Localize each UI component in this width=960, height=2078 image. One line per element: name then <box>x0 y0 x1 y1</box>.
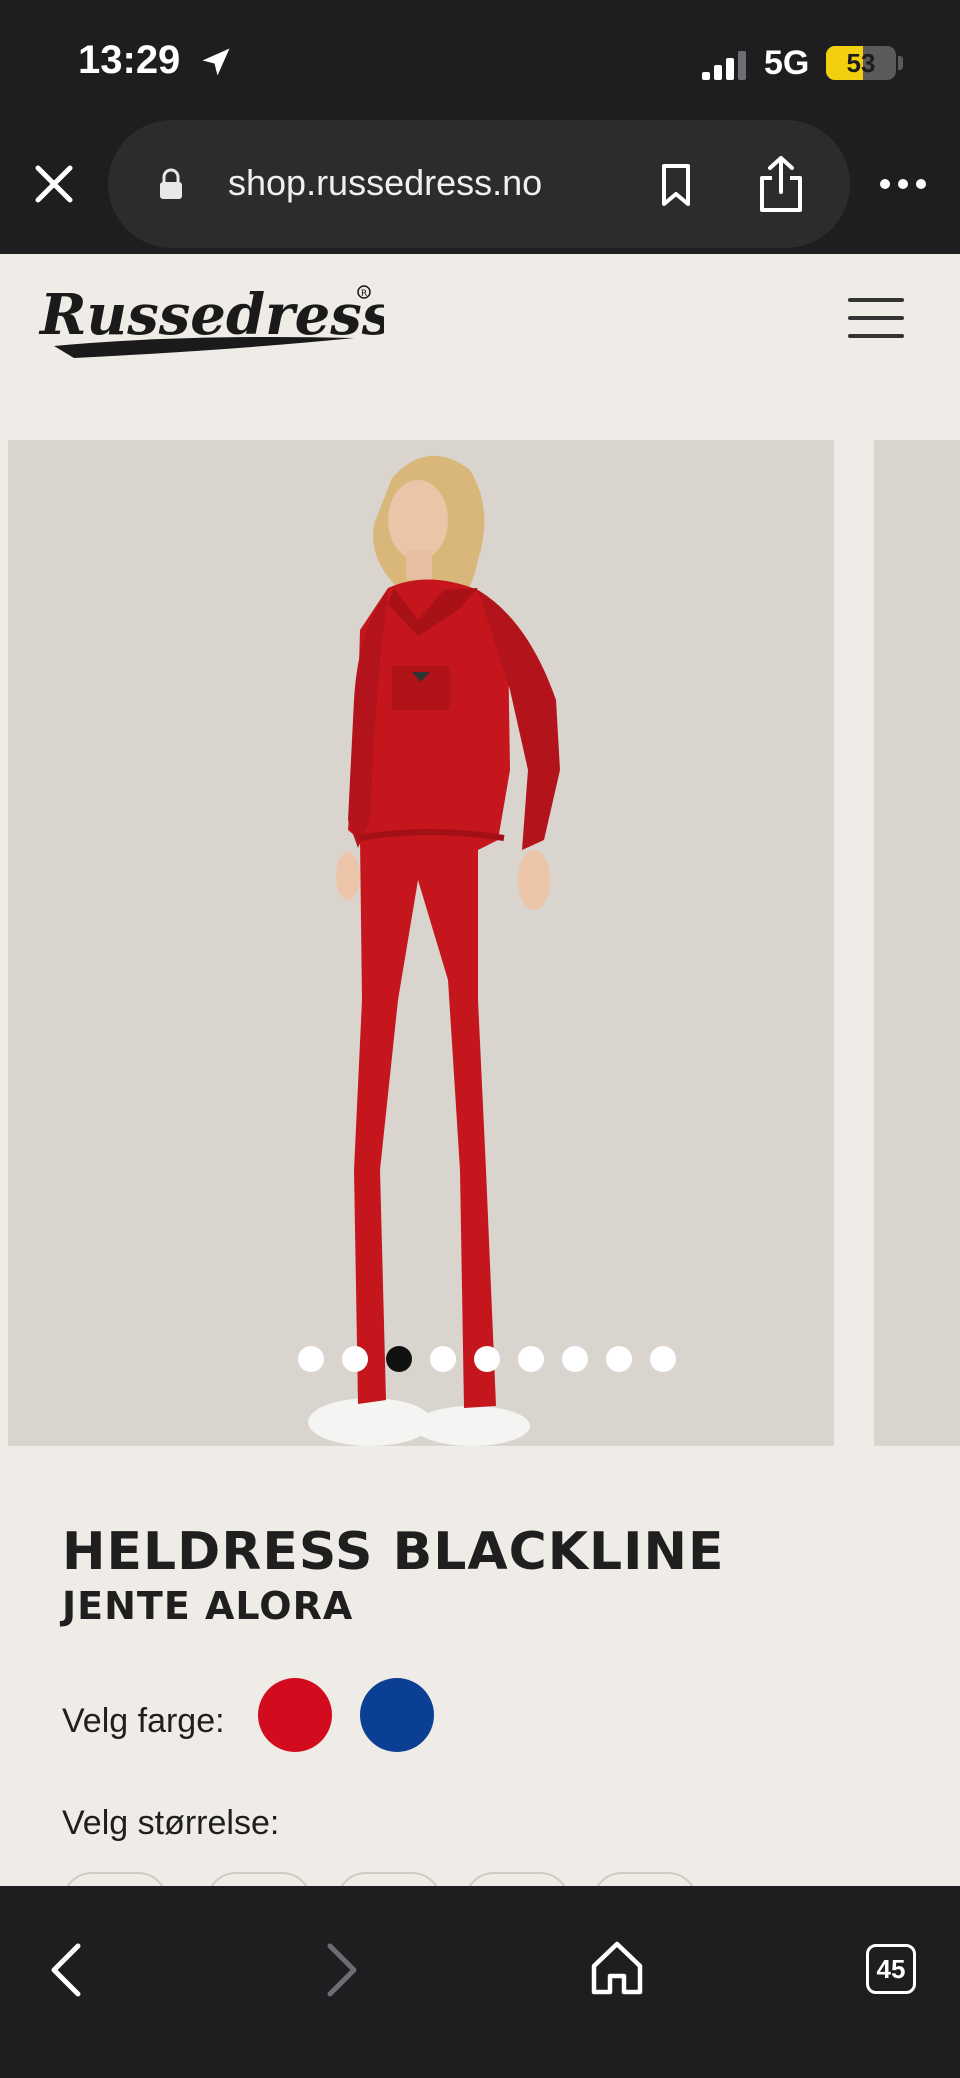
tabs-button[interactable]: 45 <box>866 1944 916 1994</box>
svg-text:R: R <box>361 289 367 299</box>
color-swatch-red[interactable] <box>258 1678 332 1752</box>
gallery-dot[interactable] <box>650 1346 676 1372</box>
russedress-logo[interactable]: Russedress R <box>34 276 384 366</box>
product-image[interactable] <box>8 440 834 1446</box>
next-product-image[interactable] <box>874 440 960 1446</box>
home-icon[interactable] <box>590 1940 644 1996</box>
status-bar: 13:29 5G 53 <box>0 0 960 120</box>
browser-address-bar: shop.russedress.no <box>0 120 960 254</box>
signal-bar <box>714 65 722 80</box>
chevron-right-icon[interactable] <box>322 1940 362 2000</box>
gallery-dot[interactable] <box>342 1346 368 1372</box>
location-arrow-icon <box>202 48 230 76</box>
battery-icon: 53 <box>826 46 896 80</box>
signal-bar <box>726 58 734 80</box>
color-swatch-blue[interactable] <box>360 1678 434 1752</box>
gallery-dot[interactable] <box>430 1346 456 1372</box>
color-label: Velg farge: <box>62 1702 225 1740</box>
hamburger-menu-icon[interactable] <box>848 296 904 340</box>
battery-nub <box>898 56 903 70</box>
status-time: 13:29 <box>78 38 181 82</box>
gallery-dot[interactable] <box>562 1346 588 1372</box>
battery-level: 53 <box>846 48 876 78</box>
url-field[interactable]: shop.russedress.no <box>108 120 850 248</box>
product-image-gallery[interactable] <box>0 440 960 1446</box>
product-subtitle: JENTE ALORA <box>62 1584 354 1628</box>
gallery-dot[interactable] <box>386 1346 412 1372</box>
lock-icon <box>160 168 182 199</box>
gallery-pagination <box>298 1346 676 1372</box>
gallery-dot[interactable] <box>474 1346 500 1372</box>
gallery-dot[interactable] <box>518 1346 544 1372</box>
product-title: HELDRESS BLACKLINE <box>62 1522 725 1582</box>
share-icon[interactable] <box>756 154 806 214</box>
gallery-dot[interactable] <box>298 1346 324 1372</box>
site-header: Russedress R <box>0 254 960 404</box>
gallery-dot[interactable] <box>606 1346 632 1372</box>
product-photo-red-coverall <box>308 455 560 1446</box>
network-type: 5G <box>764 44 810 82</box>
signal-bar <box>702 72 710 80</box>
bookmark-icon[interactable] <box>656 162 696 208</box>
chevron-left-icon[interactable] <box>46 1940 86 2000</box>
browser-toolbar: 45 <box>0 1886 960 2078</box>
url-text: shop.russedress.no <box>228 162 543 203</box>
close-icon[interactable] <box>30 160 78 208</box>
more-icon[interactable] <box>878 174 928 194</box>
cellular-signal-icon <box>702 51 746 80</box>
size-label: Velg størrelse: <box>62 1804 280 1842</box>
signal-bar <box>738 51 746 80</box>
